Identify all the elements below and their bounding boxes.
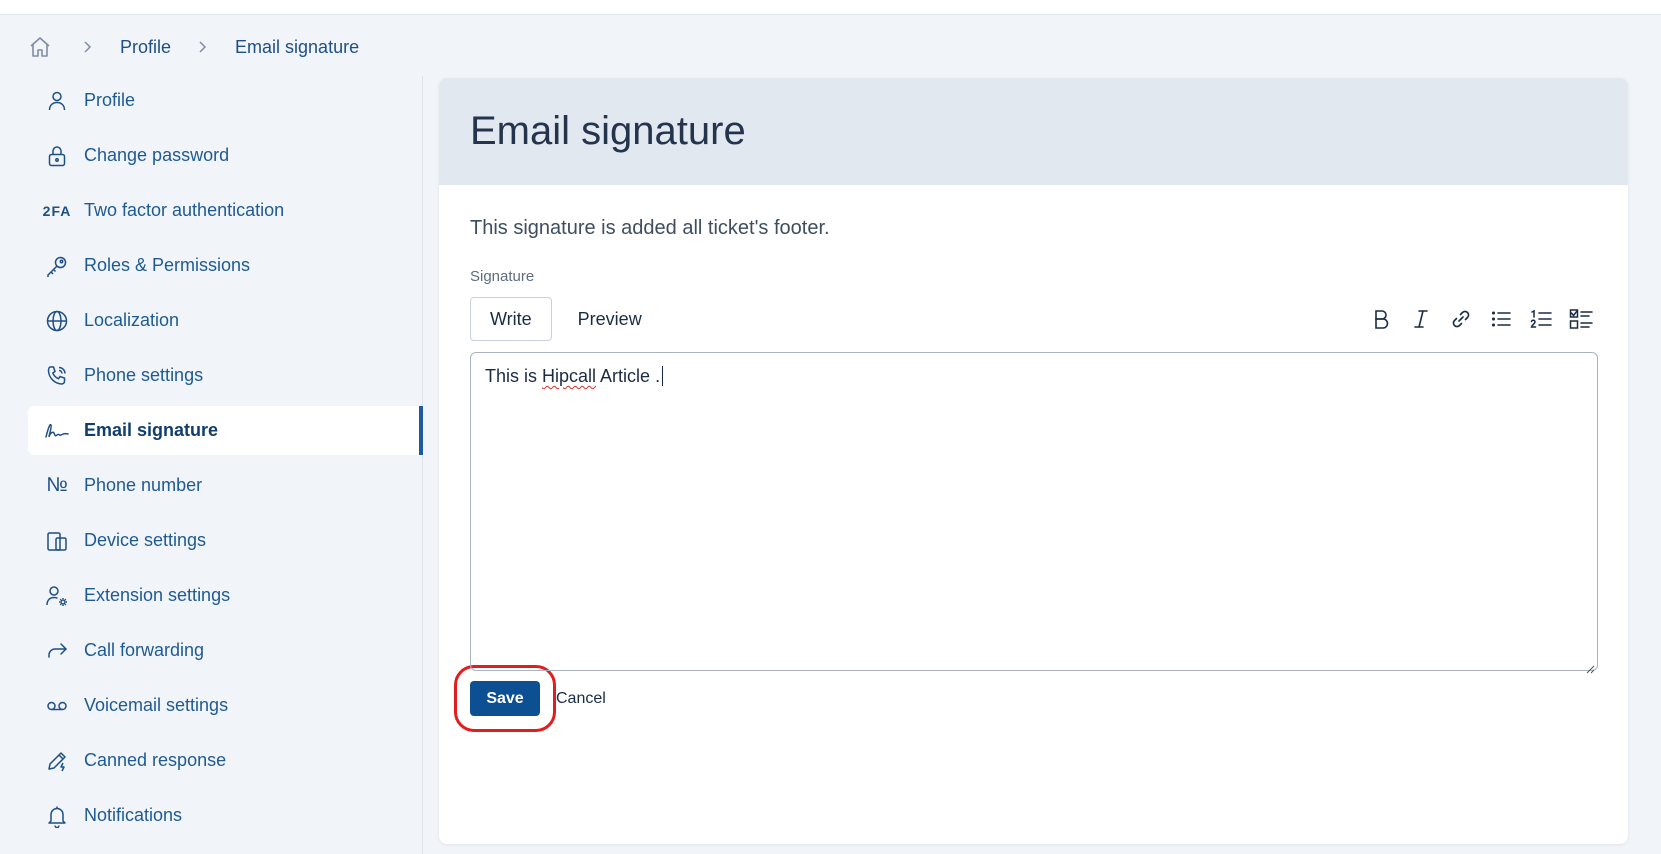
sidebar-item-change-password[interactable]: Change password — [28, 131, 422, 180]
task-list-icon[interactable] — [1569, 307, 1593, 331]
sidebar-item-notifications[interactable]: Notifications — [28, 791, 422, 840]
sidebar-item-label: Phone number — [84, 475, 203, 495]
signature-description: This signature is added all ticket's foo… — [470, 217, 830, 239]
chevron-right-icon — [80, 39, 96, 55]
card-header: Email signature — [439, 78, 1628, 185]
sidebar-item-label: Roles & Permissions — [84, 255, 251, 275]
editor-tabs: Write Preview — [470, 297, 642, 341]
sidebar-item-two-factor[interactable]: 2FA Two factor authentication — [28, 186, 422, 235]
chevron-right-icon — [195, 39, 211, 55]
numbered-list-icon[interactable] — [1529, 307, 1553, 331]
sidebar-item-device-settings[interactable]: Device settings — [28, 516, 422, 565]
sidebar-item-label: Localization — [84, 310, 180, 330]
sidebar-item-localization[interactable]: Localization — [28, 296, 422, 345]
sidebar-item-label: Two factor authentication — [84, 200, 285, 220]
email-signature-card: Email signature This signature is added … — [439, 78, 1628, 844]
editor-text: This is — [485, 366, 543, 386]
sidebar-item-label: Phone settings — [84, 365, 204, 385]
link-icon[interactable] — [1449, 307, 1473, 331]
top-bar — [0, 0, 1661, 15]
bell-icon — [44, 803, 70, 829]
forward-icon — [44, 638, 70, 664]
card-body: This signature is added all ticket's foo… — [439, 185, 1628, 732]
sidebar-item-email-signature[interactable]: Email signature — [28, 406, 423, 455]
misspelled-word: Hipcall — [542, 366, 597, 386]
page-title: Email signature — [470, 109, 746, 153]
editor-header: Write Preview — [470, 297, 1597, 341]
save-button[interactable]: Save — [454, 665, 556, 732]
sidebar-item-label: Extension settings — [84, 585, 231, 605]
sidebar-item-label: Voicemail settings — [84, 695, 229, 715]
text-caret — [662, 366, 664, 386]
cancel-button[interactable]: Cancel — [556, 690, 606, 708]
devices-icon — [44, 528, 70, 554]
form-actions: Save Cancel — [454, 665, 1597, 732]
voicemail-icon — [44, 693, 70, 719]
globe-icon — [44, 308, 70, 334]
resize-handle-icon[interactable] — [1585, 658, 1595, 674]
user-gear-icon — [44, 583, 70, 609]
signature-field-label: Signature — [470, 268, 535, 285]
italic-icon[interactable] — [1409, 307, 1433, 331]
sidebar-item-roles-permissions[interactable]: Roles & Permissions — [28, 241, 422, 290]
sidebar-item-canned-response[interactable]: Canned response — [28, 736, 422, 785]
home-icon[interactable] — [28, 35, 52, 59]
key-icon — [44, 253, 70, 279]
bold-icon[interactable] — [1369, 307, 1393, 331]
sidebar-item-extension-settings[interactable]: Extension settings — [28, 571, 422, 620]
breadcrumb: Profile Email signature — [28, 34, 359, 60]
sidebar-item-label: Notifications — [84, 805, 183, 825]
sidebar-item-label: Profile — [84, 90, 136, 110]
sidebar-item-phone-number[interactable]: № Phone number — [28, 461, 422, 510]
sidebar: Profile Change password 2FA Two factor a… — [28, 76, 423, 854]
editor-text: Article . — [596, 366, 661, 386]
sidebar-item-call-forwarding[interactable]: Call forwarding — [28, 626, 422, 675]
pen-bolt-icon — [44, 748, 70, 774]
sidebar-item-label: Device settings — [84, 530, 207, 550]
2fa-icon: 2FA — [42, 202, 72, 219]
formatting-toolbar — [1369, 307, 1597, 331]
sidebar-item-label: Change password — [84, 145, 230, 165]
user-icon — [44, 88, 70, 114]
sidebar-item-profile[interactable]: Profile — [28, 76, 422, 125]
signature-icon — [44, 418, 70, 444]
phone-settings-icon — [44, 363, 70, 389]
signature-textarea[interactable]: This is Hipcall Article . — [470, 352, 1598, 674]
sidebar-item-voicemail-settings[interactable]: Voicemail settings — [28, 681, 422, 730]
sidebar-item-label: Email signature — [84, 420, 219, 440]
breadcrumb-item-profile[interactable]: Profile — [120, 37, 171, 58]
bullet-list-icon[interactable] — [1489, 307, 1513, 331]
sidebar-item-label: Call forwarding — [84, 640, 205, 660]
tab-preview[interactable]: Preview — [578, 297, 642, 341]
breadcrumb-item-email-signature: Email signature — [235, 36, 360, 57]
tab-write[interactable]: Write — [470, 297, 552, 341]
number-sign-icon: № — [46, 474, 68, 496]
sidebar-item-label: Canned response — [84, 750, 227, 770]
lock-icon — [44, 143, 70, 169]
sidebar-item-phone-settings[interactable]: Phone settings — [28, 351, 422, 400]
